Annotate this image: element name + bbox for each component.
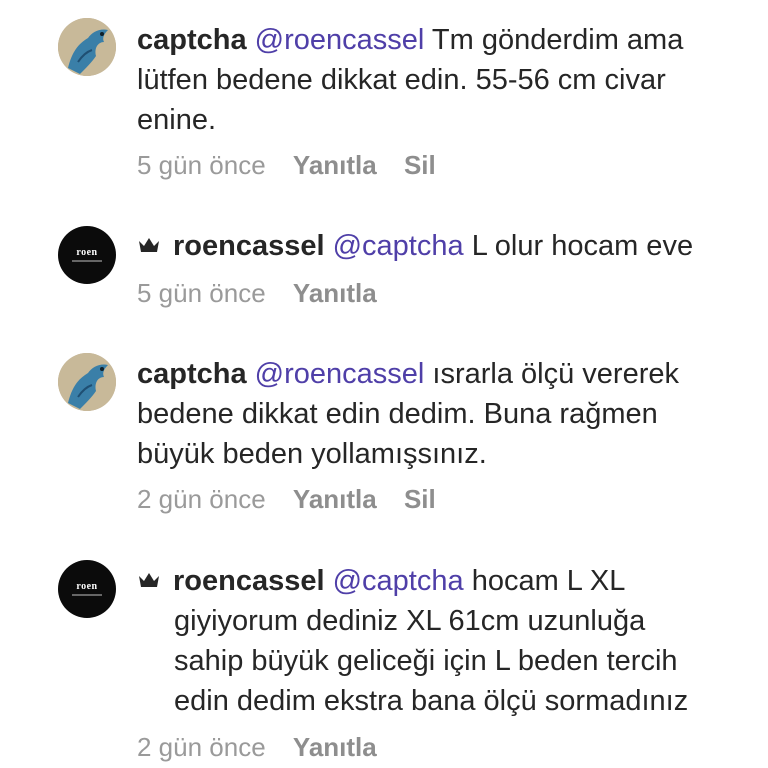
comment-text-segment: ısrarla ölçü vererek <box>432 358 680 390</box>
comment-text-line: giyiyorum dediniz XL 61cm uzunluğa <box>174 605 646 637</box>
reply-button[interactable]: Yanıtla <box>293 730 377 764</box>
comment-text: captcha @roencassel Tm gönderdim ama lüt… <box>137 20 768 140</box>
comment-username[interactable]: roencassel <box>173 565 325 597</box>
mention-link[interactable]: @captcha <box>333 230 464 262</box>
comment-username[interactable]: roencassel <box>173 230 325 262</box>
comment-meta: 5 gün önce Yanıtla Sil <box>137 148 436 182</box>
crown-icon <box>139 238 159 253</box>
mention-link[interactable]: @captcha <box>333 565 464 597</box>
comment-text-line: bedene dikkat edin dedim. Buna rağmen <box>137 398 658 430</box>
comment-meta: 2 gün önce Yanıtla <box>137 730 377 764</box>
avatar-divider <box>72 594 102 596</box>
comment-timestamp: 2 gün önce <box>137 732 266 762</box>
comment-timestamp: 2 gün önce <box>137 484 266 514</box>
avatar[interactable]: roen <box>58 560 116 618</box>
delete-button[interactable]: Sil <box>404 148 436 182</box>
comment-text: captcha @roencassel ısrarla ölçü vererek… <box>137 354 768 474</box>
comment-text: roencassel @captcha L olur hocam eve <box>137 226 768 266</box>
avatar-brand-text: roen <box>76 246 98 258</box>
avatar-brand-text: roen <box>76 580 98 592</box>
comment-text-segment: hocam L XL <box>471 565 626 597</box>
comment-username[interactable]: captcha <box>137 24 247 56</box>
comment-meta: 2 gün önce Yanıtla Sil <box>137 482 436 516</box>
mention-link[interactable]: @roencassel <box>255 24 425 56</box>
comment-text-line: lütfen bedene dikkat edin. 55-56 cm civa… <box>137 64 666 96</box>
avatar[interactable] <box>58 353 116 411</box>
avatar[interactable] <box>58 18 116 76</box>
delete-button[interactable]: Sil <box>404 482 436 516</box>
comment-text-line: edin dedim ekstra bana ölçü sormadınız <box>174 685 689 717</box>
reply-button[interactable]: Yanıtla <box>293 148 377 182</box>
comment-text-continued: giyiyorum dediniz XL 61cm uzunluğa sahip… <box>174 601 768 721</box>
reply-button[interactable]: Yanıtla <box>293 482 377 516</box>
crown-icon <box>139 573 159 588</box>
comment-timestamp: 5 gün önce <box>137 150 266 180</box>
comment-text-line: büyük beden yollamışsınız. <box>137 438 487 470</box>
comment-text: roencassel @captcha hocam L XL <box>137 561 768 601</box>
comment-text-segment: Tm gönderdim ama <box>431 24 684 56</box>
mention-link[interactable]: @roencassel <box>255 358 425 390</box>
comment-text-line: enine. <box>137 104 217 136</box>
comment-timestamp: 5 gün önce <box>137 278 266 308</box>
dragon-avatar-icon <box>58 18 116 76</box>
comment-meta: 5 gün önce Yanıtla <box>137 276 377 310</box>
comment-text-line: sahip büyük geliceği için L beden tercih <box>174 645 678 677</box>
comment-text-segment: L olur hocam eve <box>471 230 694 262</box>
dragon-avatar-icon <box>58 353 116 411</box>
comment-username[interactable]: captcha <box>137 358 247 390</box>
avatar-divider <box>72 260 102 262</box>
avatar[interactable]: roen <box>58 226 116 284</box>
reply-button[interactable]: Yanıtla <box>293 276 377 310</box>
